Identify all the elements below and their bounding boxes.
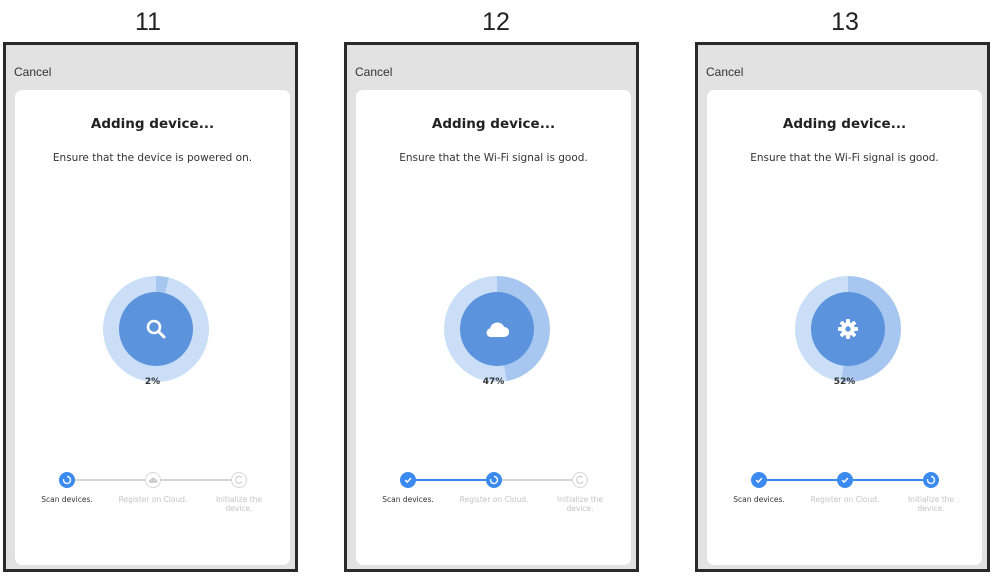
setup-stepper: Scan devices. Register on Cloud. Initial… bbox=[707, 470, 982, 530]
spinner-icon bbox=[62, 475, 72, 485]
progress-percent: 47% bbox=[482, 377, 505, 387]
cloud-icon bbox=[486, 322, 510, 338]
progress-percent: 2% bbox=[144, 377, 161, 387]
stepper-line bbox=[494, 479, 580, 481]
stepper-line bbox=[67, 479, 153, 481]
status-hint: Ensure that the device is powered on. bbox=[52, 152, 253, 164]
step-initialize-indicator bbox=[923, 472, 939, 488]
step-register-indicator bbox=[145, 472, 161, 488]
page-title: Adding device... bbox=[90, 116, 215, 132]
cloud-icon bbox=[148, 477, 158, 483]
step-scan-indicator bbox=[400, 472, 416, 488]
step-label: Register on Cloud. bbox=[810, 495, 880, 504]
dial-center bbox=[460, 292, 534, 366]
step-number: 13 bbox=[831, 8, 859, 36]
search-icon bbox=[146, 319, 166, 339]
step-label: Initialize the device. bbox=[556, 495, 604, 513]
stepper-line bbox=[845, 479, 931, 481]
step-scan-indicator bbox=[59, 472, 75, 488]
progress-percent: 52% bbox=[833, 377, 856, 387]
phone-screen: Cancel Adding device... Ensure that the … bbox=[344, 42, 639, 572]
spinner-icon bbox=[576, 475, 584, 484]
step-register-indicator bbox=[837, 472, 853, 488]
stepper-line bbox=[153, 479, 239, 481]
spinner-icon bbox=[235, 475, 243, 484]
step-label: Initialize the device. bbox=[907, 495, 955, 513]
adding-device-card: Adding device... Ensure that the Wi-Fi s… bbox=[356, 90, 631, 565]
dial-center bbox=[811, 292, 885, 366]
step-scan-indicator bbox=[751, 472, 767, 488]
progress-dial bbox=[444, 276, 550, 382]
step-label: Scan devices. bbox=[41, 495, 93, 504]
setup-stepper: Scan devices. Register on Cloud. Initial… bbox=[356, 470, 631, 530]
progress-dial bbox=[795, 276, 901, 382]
check-icon bbox=[755, 477, 763, 484]
step-number: 12 bbox=[482, 8, 510, 36]
status-hint: Ensure that the Wi-Fi signal is good. bbox=[399, 152, 588, 164]
step-label: Scan devices. bbox=[733, 495, 785, 504]
check-icon bbox=[404, 477, 412, 484]
adding-device-card: Adding device... Ensure that the device … bbox=[15, 90, 290, 565]
step-label: Initialize the device. bbox=[215, 495, 263, 513]
step-register-indicator bbox=[486, 472, 502, 488]
page-title: Adding device... bbox=[431, 116, 556, 132]
stepper-line bbox=[759, 479, 845, 481]
status-hint: Ensure that the Wi-Fi signal is good. bbox=[750, 152, 939, 164]
stepper-line bbox=[408, 479, 494, 481]
page-title: Adding device... bbox=[782, 116, 907, 132]
phone-screen: Cancel Adding device... Ensure that the … bbox=[695, 42, 990, 572]
phone-screen: Cancel Adding device... Ensure that the … bbox=[3, 42, 298, 572]
setup-stepper: Scan devices. Register on Cloud. Initial… bbox=[15, 470, 290, 530]
spinner-icon bbox=[489, 475, 499, 485]
cancel-button[interactable]: Cancel bbox=[14, 65, 51, 79]
progress-dial bbox=[103, 276, 209, 382]
step-initialize-indicator bbox=[231, 472, 247, 488]
step-initialize-indicator bbox=[572, 472, 588, 488]
step-label: Register on Cloud. bbox=[459, 495, 529, 504]
spinner-icon bbox=[926, 475, 936, 485]
step-label: Scan devices. bbox=[382, 495, 434, 504]
check-icon bbox=[841, 477, 849, 484]
step-label: Register on Cloud. bbox=[118, 495, 188, 504]
dial-center bbox=[119, 292, 193, 366]
cancel-button[interactable]: Cancel bbox=[355, 65, 392, 79]
gear-icon bbox=[838, 319, 858, 339]
cancel-button[interactable]: Cancel bbox=[706, 65, 743, 79]
step-number: 11 bbox=[135, 8, 161, 36]
adding-device-card: Adding device... Ensure that the Wi-Fi s… bbox=[707, 90, 982, 565]
